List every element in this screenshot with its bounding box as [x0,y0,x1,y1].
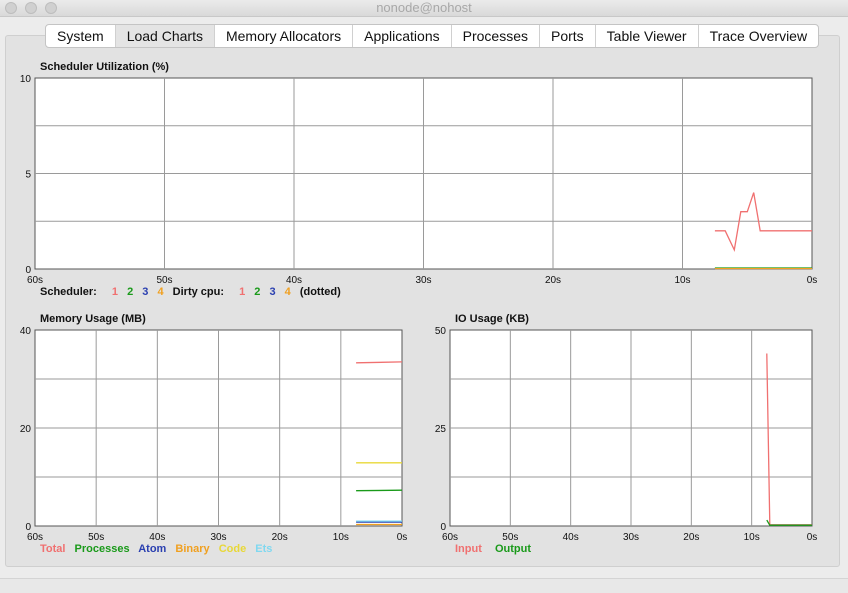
io-legend-item: Output [494,543,531,555]
io-x-tick-label: 60s [442,532,458,543]
io-y-tick-label: 0 [440,522,446,533]
io-y-tick-label: 50 [435,326,447,337]
memory-series-line [356,489,403,492]
memory-x-tick-label: 10s [333,532,349,543]
memory-x-tick-label: 60s [27,532,43,543]
scheduler-x-tick-label: 40s [286,275,302,286]
io-x-tick-label: 20s [683,532,699,543]
scheduler-x-tick-label: 10s [674,275,690,286]
io-x-tick-label: 10s [744,532,760,543]
memory-x-tick-label: 40s [149,532,165,543]
status-bar [0,578,848,593]
dirty-cpu-legend-item: 3 [269,286,276,298]
scheduler-x-tick-label: 0s [807,275,818,286]
scheduler-y-tick-label: 5 [25,170,31,181]
scheduler-x-tick-label: 30s [415,275,431,286]
memory-legend: Total Processes Atom Binary Code Ets [40,543,278,555]
scheduler-legend-item: 2 [127,286,134,298]
memory-x-tick-label: 30s [210,532,226,543]
scheduler-x-tick-label: 50s [156,275,172,286]
scheduler-legend-item: 1 [111,286,119,298]
io-x-tick-label: 40s [563,532,579,543]
memory-x-tick-label: 20s [272,532,288,543]
memory-series-line [356,361,403,364]
dirty-cpu-legend-item: 1 [239,286,246,298]
scheduler-legend-label: Scheduler: [40,286,97,298]
memory-y-tick-label: 0 [25,522,31,533]
memory-y-tick-label: 40 [20,326,32,337]
scheduler-x-tick-label: 60s [27,275,43,286]
io-y-tick-label: 25 [435,424,447,435]
memory-y-tick-label: 20 [20,424,32,435]
dirty-cpu-legend-item: 4 [284,286,291,298]
io-x-tick-label: 50s [502,532,518,543]
memory-legend-item: Code [218,543,247,555]
memory-legend-item: Ets [255,543,273,555]
io-x-tick-label: 30s [623,532,639,543]
memory-legend-item: Processes [74,543,130,555]
scheduler-y-tick-label: 0 [25,265,31,276]
io-x-tick-label: 0s [807,532,818,543]
memory-legend-item: Total [40,543,66,555]
io-legend: Input Output [455,543,537,555]
dirty-cpu-legend-item: 2 [254,286,261,298]
memory-x-tick-label: 0s [397,532,408,543]
memory-x-tick-label: 50s [88,532,104,543]
scheduler-x-tick-label: 20s [545,275,561,286]
dirty-cpu-legend-suffix: (dotted) [299,286,341,298]
scheduler-y-tick-label: 10 [20,74,32,85]
memory-legend-item: Binary [175,543,210,555]
dirty-cpu-legend-label: Dirty cpu: [172,286,225,298]
scheduler-legend-item: 3 [142,286,149,298]
scheduler-legend-item: 4 [157,286,164,298]
io-legend-item: Input [455,543,482,555]
scheduler-legend: Scheduler: 1 2 3 4 Dirty cpu: 1 2 3 4 (d… [40,286,347,298]
memory-legend-item: Atom [138,543,167,555]
